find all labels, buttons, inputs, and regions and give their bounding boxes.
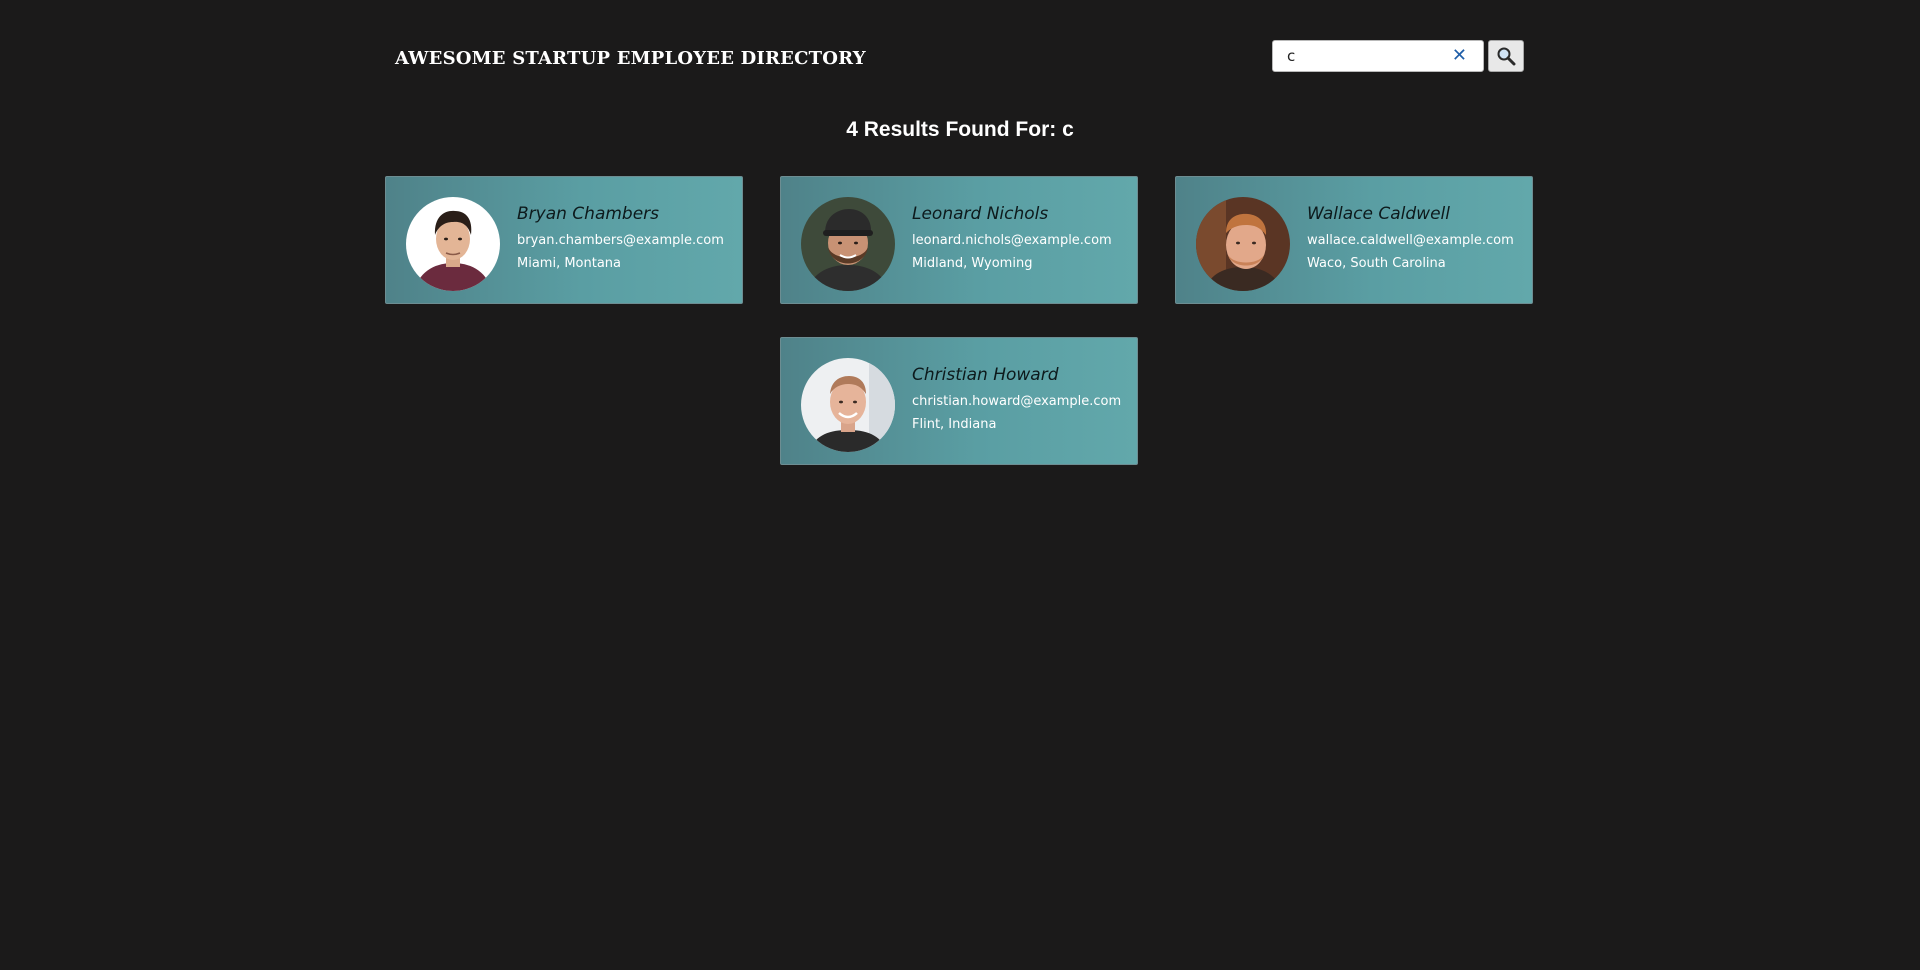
close-icon[interactable]: ✕ (1452, 45, 1467, 67)
avatar (801, 358, 895, 452)
employee-card[interactable]: Christian Howard christian.howard@exampl… (780, 337, 1138, 465)
avatar (406, 197, 500, 291)
employee-email: bryan.chambers@example.com (517, 233, 724, 248)
results-heading: 4 Results Found For: c (846, 118, 1074, 141)
employee-card[interactable]: Bryan Chambers bryan.chambers@example.co… (385, 176, 743, 304)
employee-location: Miami, Montana (517, 256, 622, 271)
employee-name: Leonard Nichols (912, 204, 1049, 224)
avatar (801, 197, 895, 291)
employee-email: wallace.caldwell@example.com (1307, 233, 1514, 248)
search-input[interactable] (1287, 46, 1447, 66)
employee-name: Wallace Caldwell (1307, 204, 1450, 224)
search-field-container[interactable]: ✕ (1272, 40, 1484, 72)
employee-card[interactable]: Wallace Caldwell wallace.caldwell@exampl… (1175, 176, 1533, 304)
employee-email: christian.howard@example.com (912, 394, 1122, 409)
employee-location: Waco, South Carolina (1307, 256, 1446, 271)
employee-email: leonard.nichols@example.com (912, 233, 1112, 248)
search-button[interactable] (1488, 40, 1524, 72)
search-icon (1497, 47, 1516, 66)
employee-location: Midland, Wyoming (912, 256, 1033, 271)
search-bar: ✕ (1272, 40, 1524, 72)
employee-location: Flint, Indiana (912, 417, 997, 432)
employee-card[interactable]: Leonard Nichols leonard.nichols@example.… (780, 176, 1138, 304)
page-title: AWESOME STARTUP EMPLOYEE DIRECTORY (395, 48, 866, 69)
employee-name: Christian Howard (912, 365, 1059, 385)
avatar (1196, 197, 1290, 291)
employee-name: Bryan Chambers (517, 204, 660, 224)
